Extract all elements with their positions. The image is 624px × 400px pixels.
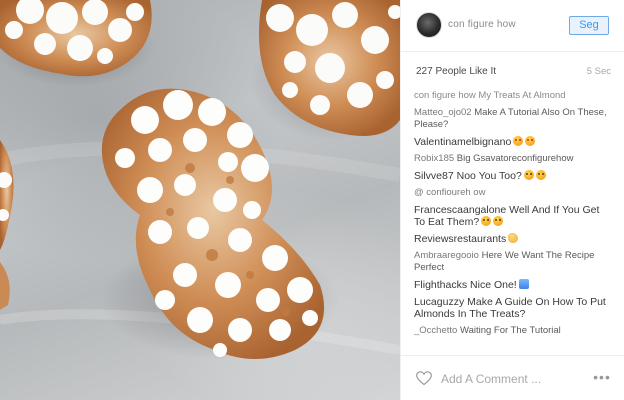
comment-text: Big Gsavatoreconfigurehow: [454, 153, 574, 164]
comment-text: Noo You Too?: [453, 170, 522, 182]
follow-button[interactable]: Seg: [569, 16, 609, 35]
likes-row: 227 People Like It 5 Sec: [416, 66, 611, 80]
hand-emoji-icon: [508, 233, 519, 243]
comment-item: Robix185 Big Gsavatoreconfigurehow: [414, 153, 612, 165]
comment-item: Francescaangalone Well And If You Get To…: [414, 204, 612, 228]
cookies-illustration: [0, 0, 400, 360]
cookie-top-right: [250, 0, 400, 140]
heart-emoji-icon: [525, 136, 536, 146]
cookie-left-edge: [0, 140, 14, 310]
comment-username[interactable]: con figure how: [414, 90, 476, 101]
more-options-icon[interactable]: •••: [591, 370, 613, 386]
comment-username[interactable]: _Occhetto: [414, 325, 457, 336]
comment-username[interactable]: Flighthacks: [414, 279, 467, 291]
post-timestamp[interactable]: 5 Sec: [587, 66, 611, 77]
post-photo[interactable]: [0, 0, 400, 400]
post-header: con figure how Seg: [401, 0, 624, 52]
post-side-panel: con figure how Seg 227 People Like It 5 …: [400, 0, 624, 400]
comment-text: Waiting For The Tutorial: [457, 325, 561, 336]
comment-item: Valentinamelbignano: [414, 136, 612, 148]
comment-item: @ confioureh ow: [414, 187, 612, 199]
sad-emoji-icon: [481, 216, 492, 226]
comment-username[interactable]: Matteo_ojo02: [414, 107, 472, 118]
sad-emoji-icon: [493, 216, 504, 226]
comment-username[interactable]: Lucaguzzy: [414, 296, 464, 308]
comments-list: con figure how My Treats At Almond Matteo…: [414, 90, 612, 342]
comment-username[interactable]: Silvve87: [414, 170, 454, 182]
comment-username[interactable]: Francescaangalone: [414, 204, 506, 216]
post-caption: con figure how My Treats At Almond: [414, 90, 612, 102]
sad-emoji-icon: [535, 170, 546, 180]
comment-username[interactable]: Valentinamelbignano: [414, 136, 511, 148]
face-blue-emoji-icon: [518, 279, 529, 289]
cookie-top-left: [0, 0, 155, 87]
comment-item: Reviewsrestaurants: [414, 233, 612, 245]
comment-item: Lucaguzzy Make A Guide On How To Put Alm…: [414, 296, 612, 320]
comment-username[interactable]: Reviewsrestaurants: [414, 233, 506, 245]
comment-username[interactable]: Robix185: [414, 153, 454, 164]
likes-count[interactable]: 227 People Like It: [416, 66, 496, 77]
comment-input[interactable]: [441, 370, 581, 388]
comment-item: _Occhetto Waiting For The Tutorial: [414, 325, 612, 337]
avatar[interactable]: [416, 12, 442, 38]
comment-text: My Treats At Almond: [475, 90, 566, 101]
sad-emoji-icon: [523, 170, 534, 180]
comment-username[interactable]: @ confioureh ow: [414, 187, 485, 198]
heart-emoji-icon: [513, 136, 524, 146]
comment-text: Nice One!: [467, 279, 517, 291]
comment-item: Flighthacks Nice One!: [414, 279, 612, 291]
post-username[interactable]: con figure how: [448, 19, 516, 30]
comment-username[interactable]: Ambraaregooio: [414, 250, 479, 261]
comment-item: Silvve87 Noo You Too?: [414, 170, 612, 182]
heart-icon[interactable]: [416, 371, 432, 386]
comment-item: Ambraaregooio Here We Want The Recipe Pe…: [414, 250, 612, 274]
comment-item: Matteo_ojo02 Make A Tutorial Also On The…: [414, 107, 612, 131]
post-footer: •••: [401, 355, 624, 400]
